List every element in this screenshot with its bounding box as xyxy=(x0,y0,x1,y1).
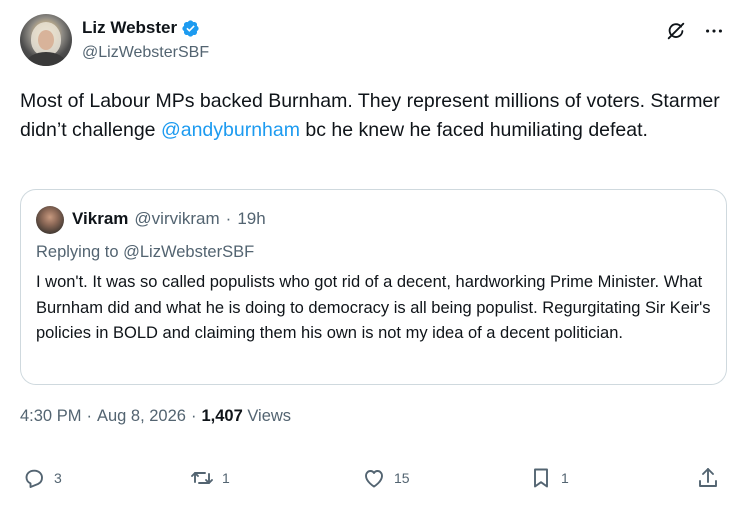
quoted-timestamp[interactable]: 19h xyxy=(237,209,265,229)
tweet-text: Most of Labour MPs backed Burnham. They … xyxy=(20,87,732,145)
quoted-replying-to: Replying to @LizWebsterSBF xyxy=(36,243,255,261)
bookmark-count: 1 xyxy=(561,470,569,486)
views-count: 1,407 xyxy=(201,407,243,425)
verified-badge-icon xyxy=(182,19,199,37)
tweet-time[interactable]: 4:30 PM xyxy=(20,407,81,426)
author-name-row: Liz Webster xyxy=(82,18,200,38)
views-label: Views xyxy=(247,407,292,425)
grok-icon[interactable] xyxy=(665,20,687,42)
mention-link[interactable]: @andyburnham xyxy=(161,119,300,141)
quoted-tweet[interactable]: Vikram @virvikram · 19h Replying to @Liz… xyxy=(20,189,727,385)
bookmark-button[interactable]: 1 xyxy=(529,466,569,490)
author-handle[interactable]: @LizWebsterSBF xyxy=(82,44,209,62)
reply-count: 3 xyxy=(54,470,62,486)
meta-separator: · xyxy=(190,407,197,425)
share-icon xyxy=(699,468,717,487)
author-avatar[interactable] xyxy=(20,14,72,66)
like-icon xyxy=(365,470,383,488)
repost-button[interactable]: 1 xyxy=(190,466,230,490)
header-actions xyxy=(665,20,725,42)
tweet-meta: 4:30 PM · Aug 8, 2026 · 1,407 Views xyxy=(20,407,291,426)
tweet-text-part-2: bc he knew he faced humiliating defeat. xyxy=(299,119,648,141)
repost-count: 1 xyxy=(222,470,230,486)
tweet-header: Liz Webster @LizWebsterSBF xyxy=(20,14,725,70)
quoted-text: I won't. It was so called populists who … xyxy=(36,273,711,342)
action-bar: 3 1 15 1 xyxy=(22,466,722,496)
bookmark-icon xyxy=(534,468,548,488)
more-icon[interactable] xyxy=(703,20,725,42)
reply-button[interactable]: 3 xyxy=(22,466,62,490)
like-button[interactable]: 15 xyxy=(362,466,410,490)
quoted-separator: · xyxy=(225,209,232,228)
meta-separator: · xyxy=(86,407,92,425)
quoted-author-handle[interactable]: @virvikram xyxy=(134,209,219,229)
quoted-author-row: Vikram @virvikram · 19h xyxy=(72,209,266,229)
tweet-date[interactable]: Aug 8, 2026 xyxy=(97,407,186,426)
quoted-author-name[interactable]: Vikram xyxy=(72,209,128,229)
author-name[interactable]: Liz Webster xyxy=(82,18,177,38)
like-count: 15 xyxy=(394,470,410,486)
share-button[interactable] xyxy=(696,466,720,490)
reply-icon xyxy=(25,469,43,488)
repost-icon xyxy=(191,472,213,484)
quoted-author-avatar[interactable] xyxy=(36,206,64,234)
